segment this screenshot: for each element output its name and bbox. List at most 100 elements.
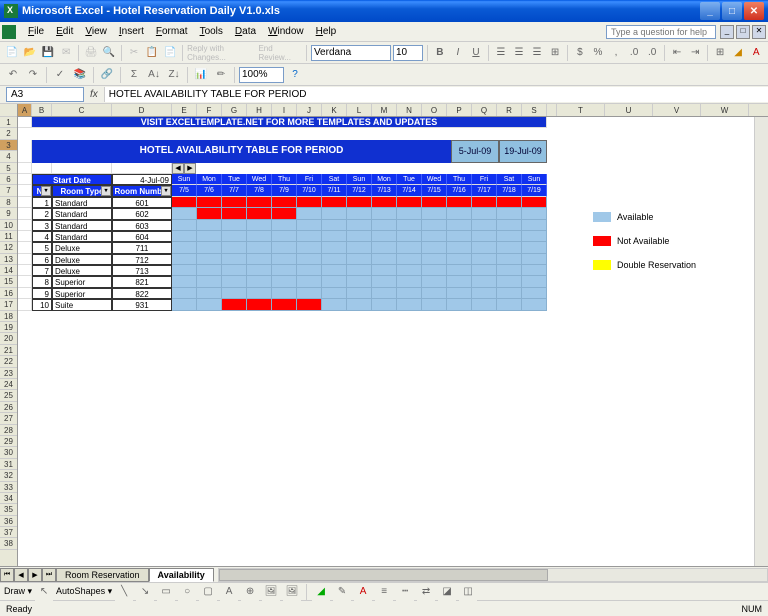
availability-cell[interactable] [322,197,347,208]
cell[interactable] [18,276,32,287]
availability-cell[interactable] [247,231,272,242]
availability-cell[interactable] [247,242,272,253]
availability-cell[interactable] [297,265,322,276]
availability-cell[interactable] [372,231,397,242]
arrow-icon[interactable]: ↘ [136,583,154,601]
row-header[interactable]: 9 [0,208,17,219]
availability-cell[interactable] [297,299,322,310]
availability-cell[interactable] [372,276,397,287]
availability-cell[interactable] [447,288,472,299]
sort-desc-icon[interactable]: Z↓ [165,66,183,84]
tab-prev-button[interactable]: ◀ [14,568,28,582]
clipart-icon[interactable]: 🖼 [262,583,280,601]
availability-cell[interactable] [197,299,222,310]
title-banner[interactable]: HOTEL AVAILABILITY TABLE FOR PERIOD5-Jul… [32,140,547,163]
room-type[interactable]: Standard [52,208,112,219]
diagram-icon[interactable]: ⊕ [241,583,259,601]
room-type[interactable]: Standard [52,231,112,242]
cell[interactable] [18,220,32,231]
date-header[interactable]: 7/15 [422,185,447,196]
font-name-select[interactable] [311,45,391,61]
day-header[interactable]: Fri [472,174,497,185]
availability-cell[interactable] [172,265,197,276]
availability-cell[interactable] [172,208,197,219]
availability-cell[interactable] [222,288,247,299]
row-header[interactable]: 3 [0,140,17,151]
row-header[interactable]: 32 [0,470,17,481]
availability-cell[interactable] [497,242,522,253]
availability-cell[interactable] [322,265,347,276]
cell[interactable] [52,163,112,174]
borders-icon[interactable]: ⊞ [712,44,728,62]
availability-cell[interactable] [197,276,222,287]
availability-cell[interactable] [322,299,347,310]
select-all-corner[interactable] [0,104,17,117]
availability-cell[interactable] [247,254,272,265]
availability-cell[interactable] [522,276,547,287]
col-header[interactable]: V [653,104,701,116]
availability-cell[interactable] [272,220,297,231]
row-header[interactable]: 23 [0,368,17,379]
availability-cell[interactable] [172,231,197,242]
availability-cell[interactable] [197,231,222,242]
availability-cell[interactable] [372,220,397,231]
row-header[interactable]: 10 [0,220,17,231]
availability-cell[interactable] [497,288,522,299]
availability-cell[interactable] [272,254,297,265]
availability-cell[interactable] [322,288,347,299]
availability-cell[interactable] [297,208,322,219]
room-no[interactable]: 6 [32,254,52,265]
availability-cell[interactable] [272,242,297,253]
align-right-icon[interactable]: ☰ [529,44,545,62]
row-header[interactable]: 28 [0,425,17,436]
day-header[interactable]: Mon [372,174,397,185]
availability-cell[interactable] [447,276,472,287]
room-type[interactable]: Superior [52,288,112,299]
availability-cell[interactable] [197,254,222,265]
cell[interactable] [18,208,32,219]
col-header[interactable]: P [447,104,472,116]
room-type[interactable]: Standard [52,197,112,208]
availability-cell[interactable] [272,288,297,299]
availability-cell[interactable] [372,254,397,265]
availability-cell[interactable] [422,242,447,253]
availability-cell[interactable] [222,220,247,231]
row-header[interactable]: 31 [0,459,17,470]
font-size-select[interactable] [393,45,423,61]
availability-cell[interactable] [472,288,497,299]
availability-cell[interactable] [222,197,247,208]
row-header[interactable]: 16 [0,288,17,299]
wb-restore-button[interactable]: □ [736,25,750,39]
availability-cell[interactable] [297,288,322,299]
row-header[interactable]: 19 [0,322,17,333]
room-no[interactable]: 7 [32,265,52,276]
row-header[interactable]: 2 [0,128,17,139]
drawing-icon[interactable]: ✏ [212,66,230,84]
row-header[interactable]: 8 [0,197,17,208]
availability-cell[interactable] [397,197,422,208]
row-header[interactable]: 20 [0,333,17,344]
increase-indent-icon[interactable]: ⇥ [687,44,703,62]
availability-cell[interactable] [197,288,222,299]
availability-cell[interactable] [497,265,522,276]
availability-cell[interactable] [172,276,197,287]
availability-cell[interactable] [522,208,547,219]
cell[interactable] [18,140,32,163]
availability-cell[interactable] [272,197,297,208]
vertical-scrollbar[interactable] [754,117,768,566]
availability-cell[interactable] [397,231,422,242]
autoshapes-menu[interactable]: AutoShapes ▾ [56,586,112,597]
availability-cell[interactable] [472,208,497,219]
dash-style-icon[interactable]: ┅ [396,583,414,601]
day-header[interactable]: Mon [197,174,222,185]
chart-icon[interactable]: 📊 [192,66,210,84]
room-number[interactable]: 713 [112,265,172,276]
room-number[interactable]: 601 [112,197,172,208]
availability-cell[interactable] [397,288,422,299]
row-header[interactable]: 6 [0,174,17,185]
availability-cell[interactable] [522,231,547,242]
date-header[interactable]: 7/18 [497,185,522,196]
availability-cell[interactable] [422,208,447,219]
type-header[interactable]: Room Type▾ [52,185,112,196]
availability-cell[interactable] [197,197,222,208]
